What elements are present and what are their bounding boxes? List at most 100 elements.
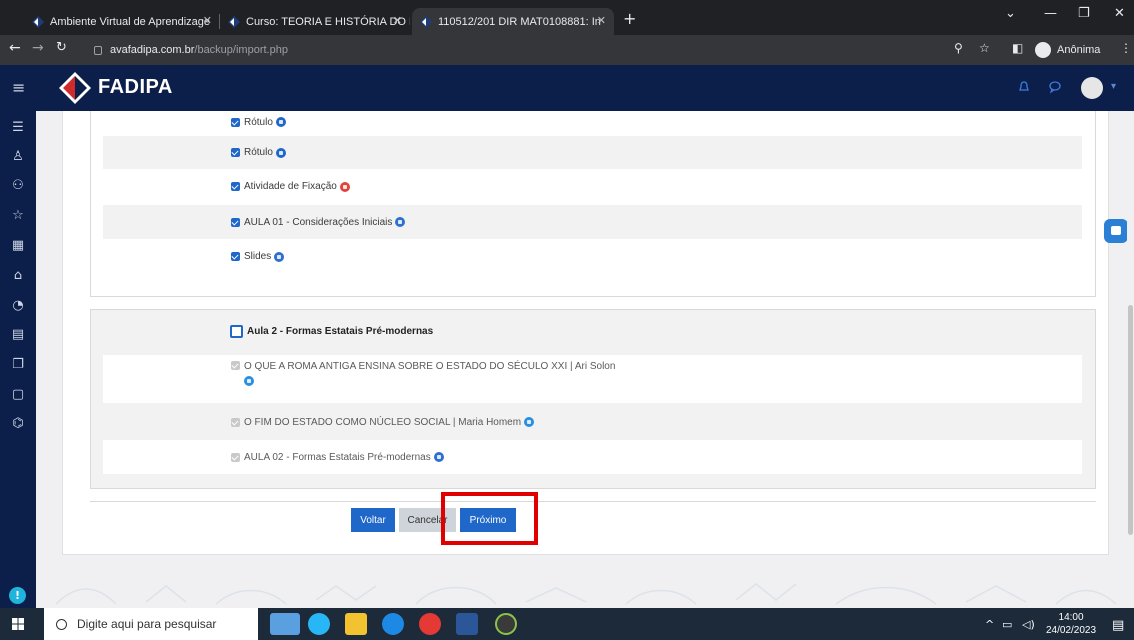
notification-bell-icon[interactable] — [1017, 80, 1031, 94]
calendar-icon[interactable]: ▤ — [10, 327, 26, 343]
profile-label: Anônima — [1057, 44, 1101, 56]
files-icon[interactable]: ❐ — [10, 357, 26, 373]
browser-toolbar: ← → ↻ avafadipa.com.br /backup/import.ph… — [0, 35, 1134, 65]
volume-icon[interactable]: ◁) — [1022, 618, 1035, 631]
minimize-icon[interactable]: — — [1044, 6, 1057, 21]
taskbar-search-box[interactable]: Digite aqui para pesquisar — [44, 608, 258, 640]
messages-bubble-icon[interactable] — [1048, 80, 1062, 94]
page-icon — [433, 452, 444, 462]
activity-row: Atividade de Fixação — [103, 170, 1082, 203]
url-host: avafadipa.com.br — [110, 44, 195, 56]
address-bar[interactable]: avafadipa.com.br /backup/import.php — [94, 39, 944, 61]
activity-label: Rótulo — [244, 116, 273, 128]
page-icon — [395, 217, 406, 227]
participants-icon[interactable]: ♙ — [10, 149, 26, 165]
include-checkbox[interactable] — [231, 252, 240, 261]
reload-icon[interactable]: ↻ — [56, 40, 67, 55]
taskbar-clock[interactable]: 14:00 24/02/2023 — [1046, 611, 1096, 637]
bookmark-star-icon[interactable]: ☆ — [979, 41, 990, 55]
scrollbar-thumb[interactable] — [1128, 305, 1133, 535]
include-checkbox[interactable] — [231, 217, 240, 227]
browser-tab[interactable]: Curso: TEORIA E HISTÓRIA DO D ✕ — [220, 8, 410, 35]
hamburger-menu-icon[interactable]: ≡ — [12, 78, 25, 97]
accessibility-widget-icon[interactable] — [1104, 219, 1128, 243]
tray-chevron-icon[interactable]: ^ — [985, 618, 994, 631]
tab-title: Ambiente Virtual de Aprendizage — [50, 15, 211, 28]
section-include-checkbox[interactable] — [230, 324, 243, 338]
browser-tab-active[interactable]: 110512/201 DIR MAT0108881: In ✕ — [412, 8, 614, 35]
graduation-cap-icon[interactable]: ⌬ — [10, 416, 26, 432]
include-checkbox[interactable] — [231, 148, 240, 157]
activity-label-wrap: O QUE A ROMA ANTIGA ENSINA SOBRE O ESTAD… — [244, 361, 615, 386]
include-checkbox[interactable] — [231, 117, 240, 127]
list-icon[interactable]: ☰ — [10, 120, 26, 136]
tab-title: 110512/201 DIR MAT0108881: In — [438, 15, 601, 28]
badges-icon[interactable]: ⚇ — [10, 178, 26, 194]
url-icon — [244, 376, 254, 386]
network-icon[interactable]: ▭ — [1002, 618, 1012, 631]
windows-start-icon[interactable] — [12, 618, 24, 630]
incognito-icon — [1035, 42, 1051, 58]
lock-icon — [94, 45, 102, 55]
fadipa-favicon-icon — [420, 15, 432, 28]
file-explorer-icon[interactable] — [345, 613, 367, 635]
footer-pattern-decoration — [55, 583, 1117, 605]
new-tab-icon[interactable]: + — [623, 9, 636, 28]
user-menu-caret-icon[interactable]: ▾ — [1111, 81, 1116, 92]
form-divider — [90, 501, 1096, 502]
close-tab-icon[interactable]: ✕ — [393, 14, 402, 27]
activity-row: O FIM DO ESTADO COMO NÚCLEO SOCIAL | Mar… — [103, 404, 1082, 440]
dashboard-icon[interactable]: ◔ — [10, 298, 26, 314]
edge-browser-icon[interactable] — [308, 613, 330, 635]
word-icon[interactable] — [456, 613, 478, 635]
tab-title: Curso: TEORIA E HISTÓRIA DO D — [246, 15, 410, 28]
user-avatar[interactable] — [1081, 77, 1103, 99]
activity-label: O FIM DO ESTADO COMO NÚCLEO SOCIAL | Mar… — [244, 416, 522, 428]
fadipa-favicon-icon — [228, 15, 240, 28]
clipboard-icon[interactable]: ▢ — [10, 387, 26, 403]
cancel-button[interactable]: Cancelar — [399, 508, 456, 532]
activity-row: Rótulo — [103, 136, 1082, 169]
include-checkbox-disabled — [231, 452, 240, 462]
include-checkbox-disabled — [231, 417, 240, 427]
clock-time: 14:00 — [1058, 612, 1084, 623]
clock-date: 24/02/2023 — [1046, 625, 1097, 636]
restore-icon[interactable]: ❐ — [1078, 6, 1090, 21]
site-brand[interactable]: FADIPA — [98, 76, 173, 99]
browser-tab[interactable]: Ambiente Virtual de Aprendizage ✕ — [24, 8, 220, 35]
incognito-profile-button[interactable]: Anônima — [1035, 39, 1100, 61]
tab-search-chevron-icon[interactable]: ⌄ — [1005, 6, 1016, 21]
close-tab-icon[interactable]: ✕ — [203, 14, 212, 27]
zoom-icon[interactable]: ⚲ — [954, 41, 963, 55]
section-title: Aula 2 - Formas Estatais Pré-modernas — [247, 325, 434, 337]
include-checkbox[interactable] — [231, 182, 240, 191]
search-icon — [56, 618, 67, 630]
star-icon[interactable]: ☆ — [10, 208, 26, 224]
weather-widget-icon[interactable] — [270, 613, 300, 635]
section-header-row: Aula 2 - Formas Estatais Pré-modernas — [103, 318, 1082, 344]
home-icon[interactable]: ⌂ — [10, 268, 26, 284]
forward-arrow-icon[interactable]: → — [32, 40, 44, 56]
info-icon[interactable]: ! — [9, 587, 26, 604]
app-icon[interactable] — [495, 613, 517, 635]
close-window-icon[interactable]: ✕ — [1114, 6, 1125, 21]
activity-row: Rótulo — [103, 111, 1082, 133]
fadipa-logo-icon — [59, 72, 91, 104]
url-path: /backup/import.php — [194, 44, 288, 56]
browser-menu-icon[interactable]: ⋮ — [1120, 41, 1132, 55]
url-icon — [524, 417, 535, 427]
back-button[interactable]: Voltar — [351, 508, 395, 532]
browser-tab-bar: Ambiente Virtual de Aprendizage ✕ Curso:… — [0, 0, 1134, 35]
close-tab-icon[interactable]: ✕ — [597, 14, 606, 27]
activity-row: Slides — [103, 240, 1082, 273]
os-taskbar: Digite aqui para pesquisar ^ ▭ ◁) 14:00 … — [0, 608, 1134, 640]
notifications-icon[interactable]: ▤ — [1112, 618, 1124, 633]
back-arrow-icon[interactable]: ← — [9, 40, 21, 56]
sidepanel-icon[interactable]: ◧ — [1012, 41, 1023, 55]
grades-icon[interactable]: ▦ — [10, 238, 26, 254]
next-button[interactable]: Próximo — [460, 508, 516, 532]
chrome-icon[interactable] — [419, 613, 441, 635]
fadipa-favicon-icon — [32, 15, 44, 28]
photos-app-icon[interactable] — [382, 613, 404, 635]
activity-label: Rótulo — [244, 147, 273, 158]
